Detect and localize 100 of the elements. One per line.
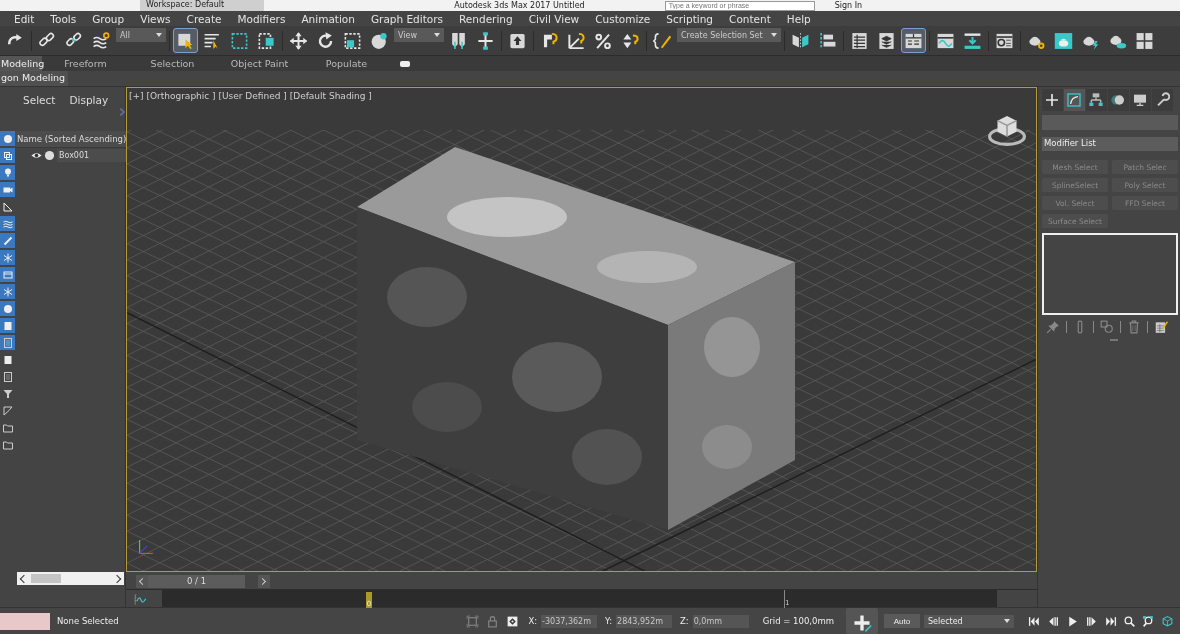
play-icon[interactable]	[1066, 614, 1079, 628]
dropdown-value: Selected	[928, 616, 963, 626]
next-frame-button[interactable]	[258, 574, 270, 588]
zoom-extents-icon[interactable]	[1161, 614, 1174, 628]
dropdown-value: Create Selection Set	[681, 30, 763, 40]
filter-button[interactable]	[0, 250, 15, 265]
go-to-start-icon[interactable]	[1028, 614, 1041, 628]
sign-in-link[interactable]: Sign In	[834, 0, 863, 11]
zoom-all-icon[interactable]	[1142, 614, 1155, 628]
scale-icon	[343, 30, 362, 51]
menu-item[interactable]: Group	[84, 12, 133, 25]
modifier-stack[interactable]	[1042, 233, 1178, 315]
lock-icon[interactable]	[486, 614, 500, 628]
pivot-icon	[449, 30, 468, 51]
filter-button[interactable]	[0, 131, 15, 146]
caret-icon	[434, 33, 440, 37]
menu-item[interactable]: Modifiers	[229, 12, 294, 25]
filter-button[interactable]	[0, 182, 15, 197]
panel-tab[interactable]: gon Modeling	[0, 71, 69, 86]
rotate-icon	[316, 30, 335, 51]
previous-frame-button[interactable]	[136, 574, 148, 588]
menu-item[interactable]: Content	[721, 12, 779, 25]
coordinate-field[interactable]: -3037,362m	[541, 614, 598, 628]
previous-frame-icon[interactable]	[1047, 614, 1060, 628]
utilities-icon	[1154, 92, 1170, 108]
menu-item[interactable]: Select	[23, 94, 56, 115]
select-object-button[interactable]	[173, 28, 198, 53]
menu-item[interactable]: Scripting	[658, 12, 722, 25]
filter-button[interactable]	[0, 148, 15, 163]
menu-item[interactable]: Rendering	[451, 12, 521, 25]
menu-item[interactable]: Customize	[587, 12, 659, 25]
create-tab[interactable]	[1042, 89, 1063, 111]
ribbon-tab[interactable]: Selection	[129, 56, 216, 71]
menu-item[interactable]: Animation	[293, 12, 363, 25]
grid-size-text: Grid = 100,0mm	[762, 616, 834, 626]
column-header[interactable]: Name (Sorted Ascending)	[15, 131, 129, 148]
menu-item[interactable]: Display	[69, 94, 109, 115]
window-crossing-icon	[257, 30, 276, 51]
folder-icon	[1, 438, 14, 451]
display-tab[interactable]	[1130, 89, 1151, 111]
menu-item[interactable]: Views	[132, 12, 179, 25]
remove-modifier-icon[interactable]	[1127, 320, 1141, 334]
modifier-list-dropdown[interactable]: Modifier List	[1042, 137, 1178, 151]
menu-item[interactable]: Civil View	[520, 12, 588, 25]
ribbon-options-icon[interactable]	[400, 60, 410, 67]
coordinate-label: X:	[528, 616, 538, 626]
pin-icon[interactable]	[1046, 320, 1060, 334]
dropdown[interactable]: All	[116, 28, 166, 42]
coordinate-field[interactable]: 2843,952m	[616, 614, 673, 628]
ribbon-tab[interactable]: Modeling	[0, 56, 42, 71]
object-name[interactable]: Box001	[57, 149, 129, 162]
coordinate-field[interactable]: 0,0mm	[692, 614, 749, 628]
viewport-label[interactable]: [+] [Orthographic ] [User Defined ] [Default Shading ]	[129, 91, 372, 101]
menu-item[interactable]: Edit	[6, 12, 43, 25]
key-filter-dropdown[interactable]: Selected	[924, 614, 1014, 628]
object-icon	[44, 150, 55, 161]
utilities-tab[interactable]	[1152, 89, 1173, 111]
set-key-button[interactable]	[846, 608, 878, 634]
motion-icon	[1110, 92, 1126, 108]
hierarchy-tab[interactable]	[1086, 89, 1107, 111]
scroll-thumb[interactable]	[31, 574, 61, 583]
dropdown-value: View	[398, 30, 417, 40]
download-icon	[963, 30, 982, 51]
next-frame-icon[interactable]	[1085, 614, 1098, 628]
motion-tab[interactable]	[1108, 89, 1129, 111]
folder-icon	[1, 421, 14, 434]
rectangular-selection-icon	[230, 30, 249, 51]
eye-icon[interactable]	[31, 150, 42, 161]
time-slider[interactable]: 0 / 1	[148, 574, 245, 588]
make-unique-icon[interactable]	[1100, 320, 1114, 334]
coordinate-label: Z:	[680, 616, 689, 626]
shapes-icon	[1, 149, 14, 162]
go-to-end-icon[interactable]	[1104, 614, 1117, 628]
modify-tab[interactable]	[1064, 89, 1085, 111]
caret-icon	[1004, 619, 1010, 623]
configure-icon[interactable]	[1154, 320, 1168, 334]
ribbon-tab[interactable]: Populate	[303, 56, 390, 71]
menu-item[interactable]: Graph Editors	[362, 12, 452, 25]
dropdown[interactable]: View	[394, 28, 444, 42]
horizontal-scrollbar[interactable]	[17, 572, 125, 585]
teapot-icon	[1054, 30, 1073, 51]
viewport[interactable]: [+] [Orthographic ] [User Defined ] [Default Shading ]	[126, 87, 1037, 573]
script-listener-field[interactable]	[0, 612, 50, 630]
menu-item[interactable]: Help	[778, 12, 819, 25]
menu-item[interactable]: Create	[178, 12, 230, 25]
workspace-dropdown[interactable]: Workspace: Default	[140, 0, 265, 11]
auto-key-button[interactable]: Auto	[884, 614, 920, 628]
resize-handle[interactable]	[1110, 339, 1118, 341]
ribbon-tab[interactable]: Object Paint	[216, 56, 303, 71]
table-icon	[850, 30, 869, 51]
placement-icon	[370, 30, 389, 51]
display-icon	[1132, 92, 1148, 108]
layers-icon	[877, 30, 896, 51]
dropdown[interactable]: Create Selection Set	[677, 28, 781, 42]
filter-button[interactable]	[0, 165, 15, 180]
ribbon-toggle-button[interactable]	[901, 28, 926, 53]
transform-mode-icon[interactable]	[506, 614, 520, 628]
curve-editor-icon[interactable]	[134, 593, 148, 607]
menu-item[interactable]: Tools	[42, 12, 85, 25]
zoom-icon[interactable]	[1123, 614, 1136, 628]
